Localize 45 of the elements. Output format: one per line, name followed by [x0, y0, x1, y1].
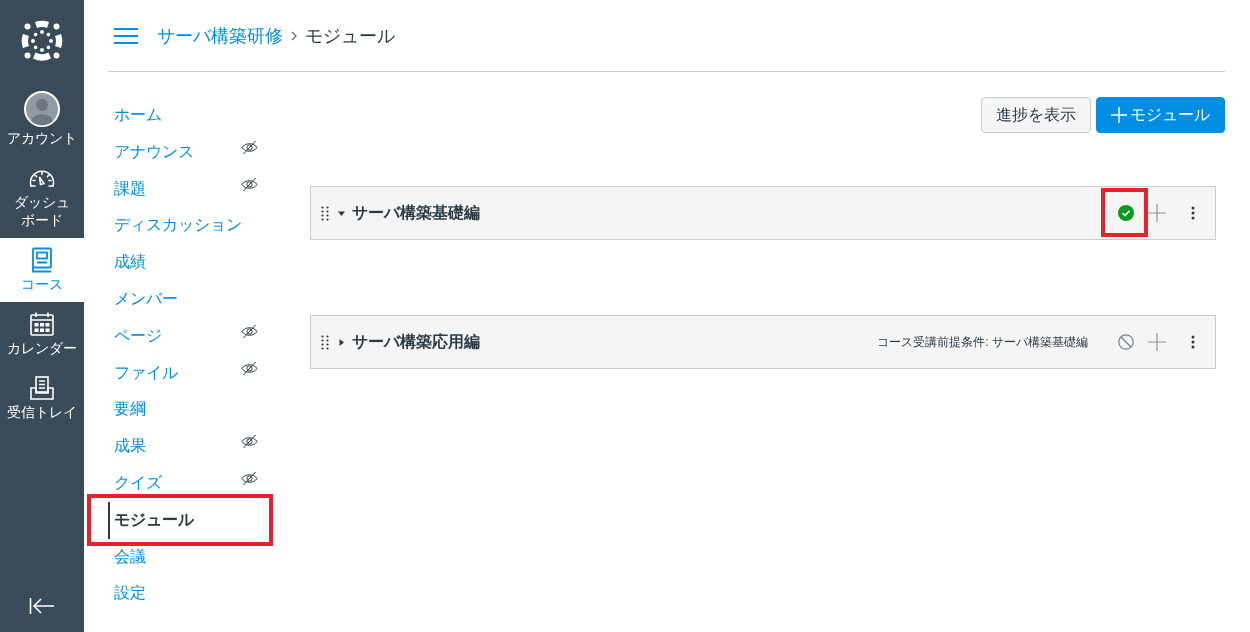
course-nav-item[interactable]: モジュール: [108, 501, 298, 539]
drag-handle-icon[interactable]: [321, 334, 329, 350]
caret-right-icon[interactable]: [338, 338, 345, 346]
module-title: サーバ構築基礎編: [352, 203, 480, 223]
course-nav-item[interactable]: アナウンス: [108, 133, 298, 171]
menu-icon[interactable]: [114, 26, 138, 45]
drag-handle-icon[interactable]: [321, 205, 329, 221]
global-nav-item[interactable]: ダッシュボード: [0, 156, 84, 238]
circle-slash-icon[interactable]: [1118, 334, 1134, 350]
course-nav-item[interactable]: 成績: [108, 244, 298, 281]
book-icon: [31, 247, 53, 273]
avatar-icon: [24, 91, 60, 127]
plus-icon: [1111, 107, 1127, 123]
module-header[interactable]: サーバ構築応用編 コース受講前提条件: サーバ構築基礎編: [310, 315, 1216, 369]
more-options-icon[interactable]: [1191, 335, 1195, 349]
module-title: サーバ構築応用編: [352, 332, 480, 352]
course-nav-item[interactable]: 成果: [108, 428, 298, 465]
logo-icon[interactable]: [20, 19, 64, 63]
global-nav-item[interactable]: カレンダー: [0, 302, 84, 366]
global-nav-item[interactable]: コース: [0, 238, 84, 302]
course-nav-item[interactable]: 設定: [108, 575, 298, 613]
course-nav-item[interactable]: 要綱: [108, 391, 298, 429]
breadcrumb-current: モジュール: [305, 24, 395, 48]
course-nav-item[interactable]: ファイル: [108, 354, 298, 392]
module-header[interactable]: サーバ構築基礎編: [310, 186, 1216, 240]
global-nav-item[interactable]: アカウント: [0, 82, 84, 156]
collapse-arrow-icon[interactable]: [29, 597, 55, 615]
course-nav-item[interactable]: ディスカッション: [108, 207, 298, 245]
more-options-icon[interactable]: [1191, 206, 1195, 220]
course-nav-item[interactable]: ホーム: [108, 97, 298, 134]
course-nav-item[interactable]: メンバー: [108, 281, 298, 318]
add-module-button[interactable]: モジュール: [1096, 97, 1225, 133]
chevron-right-icon: [291, 30, 297, 41]
caret-down-icon[interactable]: [338, 209, 345, 217]
breadcrumb-link[interactable]: サーバ構築研修: [157, 23, 283, 48]
view-progress-button[interactable]: 進捗を表示: [981, 97, 1091, 133]
global-nav-item[interactable]: 受信トレイ: [0, 366, 84, 430]
calendar-icon: [29, 311, 55, 337]
check-circle-icon[interactable]: [1118, 205, 1134, 221]
prerequisite-text: コース受講前提条件: サーバ構築基礎編: [877, 334, 1088, 351]
course-nav-item[interactable]: クイズ: [108, 464, 298, 502]
course-nav-item[interactable]: 課題: [108, 170, 298, 208]
course-nav-item[interactable]: ページ: [108, 317, 298, 355]
inbox-icon: [29, 375, 55, 401]
course-nav-item[interactable]: 会議: [108, 538, 298, 576]
